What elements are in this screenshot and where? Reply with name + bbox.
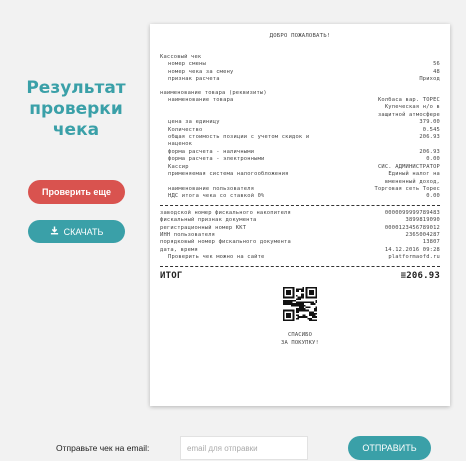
receipt-row: ИНН пользователя 2365004287: [160, 232, 440, 239]
receipt-row-key: цена за единицу: [168, 119, 220, 126]
thanks-line: ЗА ПОКУПКУ!: [281, 339, 319, 346]
receipt-row-value: вмененный доход,: [384, 178, 440, 185]
receipt-row-key: форма расчета - электронными: [168, 156, 265, 163]
receipt-row-value: 0000123456789012: [384, 224, 440, 231]
thanks-line: СПАСИБО: [287, 331, 313, 338]
receipt-row-value: Приход: [419, 76, 440, 83]
receipt-row: применяемая система налогообложения Едины…: [160, 171, 440, 178]
receipt-row-key: дата, время: [160, 246, 198, 253]
receipt-row-value: [434, 90, 440, 97]
receipt-row: порядковый номер фискального документа 13…: [160, 239, 440, 246]
receipt-row-value: 13807: [422, 239, 440, 246]
receipt-row: форма расчета - наличными 206.93: [160, 149, 440, 156]
receipt-row-value: СИС. АДМИНИСТРАТОР: [377, 163, 440, 170]
receipt-row-key: признак расчета: [168, 76, 220, 83]
receipt-row: общая стоимость позиции с учетом скидок …: [160, 134, 440, 141]
receipt-row-key: Проверить чек можно на сайте: [168, 254, 265, 261]
receipt-row-value: 2365004287: [405, 231, 440, 238]
download-button[interactable]: СКАЧАТЬ: [28, 220, 125, 243]
receipt-row-value: 206.93: [419, 134, 440, 141]
left-panel: Результат проверки чека Проверить еще СК…: [0, 0, 150, 420]
email-label: Отправьте чек на email:: [56, 443, 150, 453]
receipt-row-key: ИНН пользователя: [160, 231, 216, 238]
receipt-header-section: Кассовый чек номер смены 56 номер чека за с…: [160, 54, 440, 84]
receipt-row-key: фискальный признак документа: [160, 217, 257, 224]
receipt-row: регистрационный номер ККТ 000012345678901…: [160, 225, 440, 232]
receipt-row: номер смены 56: [160, 61, 440, 68]
receipt-row-key: форма расчета - наличными: [168, 148, 255, 155]
receipt-row-value: Колбаса вар. ТОРЕС: [377, 97, 440, 104]
receipt-row-value: 206.93: [419, 148, 440, 155]
send-button[interactable]: ОТПРАВИТЬ: [348, 436, 431, 460]
receipt-row-value: 0.545: [422, 126, 440, 133]
receipt-row-key: общая стоимость позиции с учетом скидок …: [168, 134, 310, 141]
receipt-row: вмененный доход,: [160, 179, 440, 186]
download-icon: [50, 226, 59, 237]
receipt-row-key: наименование товара (реквизиты): [160, 89, 267, 96]
receipt-row-value: 379.00: [419, 119, 440, 126]
receipt-row-value: 56: [433, 61, 440, 68]
receipt-row-key: Кассовый чек: [160, 54, 202, 60]
receipt-row-key: заводской номер фискального накопителя: [160, 209, 291, 216]
receipt-row: номер чека за смену 48: [160, 69, 440, 76]
receipt: ДОБРО ПОЖАЛОВАТЬ! Кассовый чек номер смен…: [150, 24, 450, 406]
email-input[interactable]: [180, 436, 308, 460]
receipt-row-value: platformaofd.ru: [388, 254, 440, 261]
receipt-row-key: Количество: [168, 126, 203, 133]
receipt-row: наценок: [160, 141, 440, 148]
receipt-row-value: Единый налог на: [388, 171, 440, 178]
receipt-row: признак расчета Приход: [160, 76, 440, 83]
receipt-row-key: наименование пользователя: [168, 185, 255, 192]
receipt-row-value: 0000099999789483: [384, 209, 440, 216]
receipt-row-value: 14.12.2016 09:28: [384, 246, 440, 253]
receipt-row: Проверить чек можно на сайте platformaofd…: [160, 254, 440, 261]
receipt-row-key: номер чека за смену: [168, 68, 234, 75]
receipt-row-key: номер смены: [168, 61, 206, 68]
check-again-button[interactable]: Проверить еще: [28, 180, 125, 204]
receipt-row-value: 0.00: [426, 193, 440, 200]
receipt-fiscal-section: заводской номер фискального накопителя 00…: [160, 210, 440, 262]
receipt-row-key: регистрационный номер ККТ: [160, 224, 247, 231]
page-title: Результат проверки чека: [26, 78, 126, 140]
receipt-row: Кассовый чек: [160, 54, 440, 61]
receipt-row-key: наименование товара: [168, 97, 234, 104]
receipt-row-value: Торговая сеть Торес: [374, 185, 440, 192]
receipt-row: наименование товара Колбаса вар. ТОРЕС: [160, 97, 440, 104]
receipt-thanks: СПАСИБО ЗА ПОКУПКУ!: [160, 331, 440, 347]
receipt-row: наименование товара (реквизиты): [160, 90, 440, 97]
receipt-row: цена за единицу 379.00: [160, 119, 440, 126]
receipt-row: заводской номер фискального накопителя 00…: [160, 210, 440, 217]
receipt-welcome: ДОБРО ПОЖАЛОВАТЬ!: [269, 33, 331, 39]
receipt-item-section: наименование товара (реквизиты) наименова…: [160, 90, 440, 201]
download-label: СКАЧАТЬ: [63, 226, 104, 237]
email-row: Отправьте чек на email: ОТПРАВИТЬ: [0, 436, 466, 460]
receipt-row-value: Купеческая н/о в: [384, 104, 440, 111]
receipt-row-value: [434, 54, 440, 61]
receipt-row: Купеческая н/о в: [160, 104, 440, 111]
receipt-total: ИТОГ ≡206.93: [160, 271, 440, 281]
receipt-row-value: 48: [433, 68, 440, 75]
receipt-row-key: наценок: [168, 141, 193, 148]
receipt-row: дата, время 14.12.2016 09:28: [160, 247, 440, 254]
receipt-row: наименование пользователя Торговая сеть Т…: [160, 186, 440, 193]
receipt-row-key: применяемая система налогообложения: [168, 171, 289, 178]
qr-code: [283, 286, 317, 321]
total-value: ≡206.93: [400, 270, 440, 281]
receipt-row: фискальный признак документа 3899819090: [160, 217, 440, 224]
receipt-row-value: 0.00: [426, 156, 440, 163]
receipt-row-value: защитной атмосфере: [377, 111, 440, 118]
receipt-row-key: порядковый номер фискального документа: [160, 239, 291, 246]
receipt-row: Кассир СИС. АДМИНИСТРАТОР: [160, 164, 440, 171]
receipt-row: форма расчета - электронными 0.00: [160, 156, 440, 163]
receipt-divider: [160, 265, 440, 267]
receipt-row: НДС итога чека со ставкой 0% 0.00: [160, 193, 440, 200]
receipt-row-value: [434, 141, 440, 148]
receipt-row: защитной атмосфере: [160, 112, 440, 119]
receipt-row-key: Кассир: [168, 163, 189, 170]
receipt-row: Количество 0.545: [160, 127, 440, 134]
receipt-divider: [160, 204, 440, 206]
receipt-row-value: 3899819090: [405, 217, 440, 224]
receipt-row-key: НДС итога чека со ставкой 0%: [168, 193, 265, 200]
total-label: ИТОГ: [160, 270, 183, 281]
